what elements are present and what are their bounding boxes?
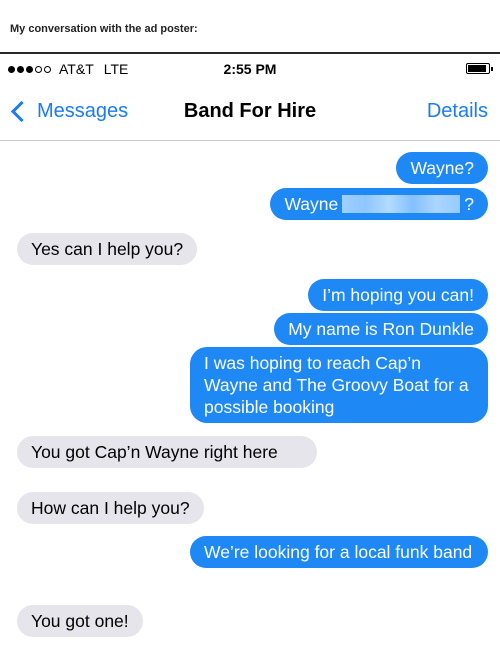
incoming-message-bubble[interactable]: How can I help you?	[17, 492, 204, 524]
redacted-text	[342, 195, 461, 213]
message-text: I was hoping to reach Cap’n Wayne and Th…	[204, 353, 469, 417]
incoming-message-bubble[interactable]: You got one!	[17, 605, 143, 637]
image-caption: My conversation with the ad poster:	[10, 23, 198, 35]
status-time: 2:55 PM	[223, 61, 277, 77]
battery-icon	[466, 63, 493, 74]
outgoing-message-bubble[interactable]: I was hoping to reach Cap’n Wayne and Th…	[190, 347, 488, 423]
outgoing-message-bubble[interactable]: Wayne?	[270, 188, 488, 220]
message-text: We’re looking for a local funk band	[204, 542, 473, 562]
phone-screen: AT&T LTE 2:55 PM Messages Band For Hire …	[0, 52, 500, 649]
status-bar: AT&T LTE 2:55 PM	[0, 54, 500, 86]
message-text: Wayne	[284, 194, 339, 214]
message-text: ?	[464, 194, 474, 214]
outgoing-message-bubble[interactable]: Wayne?	[396, 152, 488, 184]
message-text: I’m hoping you can!	[322, 285, 474, 305]
message-text: My name is Ron Dunkle	[288, 319, 474, 339]
details-button[interactable]: Details	[427, 100, 488, 123]
message-text: Yes can I help you?	[31, 239, 184, 259]
incoming-message-bubble[interactable]: You got Cap’n Wayne right here	[17, 436, 317, 468]
chevron-left-icon	[10, 100, 33, 123]
message-text: You got Cap’n Wayne right here	[31, 442, 278, 462]
message-text: How can I help you?	[31, 498, 190, 518]
back-to-messages-button[interactable]: Messages	[10, 100, 128, 123]
navigation-bar: Messages Band For Hire Details	[0, 86, 500, 141]
message-text: You got one!	[31, 611, 129, 631]
back-button-label: Messages	[37, 100, 129, 122]
outgoing-message-bubble[interactable]: We’re looking for a local funk band	[190, 536, 488, 568]
outgoing-message-bubble[interactable]: My name is Ron Dunkle	[274, 313, 488, 345]
message-text: Wayne?	[410, 158, 474, 178]
outgoing-message-bubble[interactable]: I’m hoping you can!	[308, 279, 488, 311]
incoming-message-bubble[interactable]: Yes can I help you?	[17, 233, 198, 265]
